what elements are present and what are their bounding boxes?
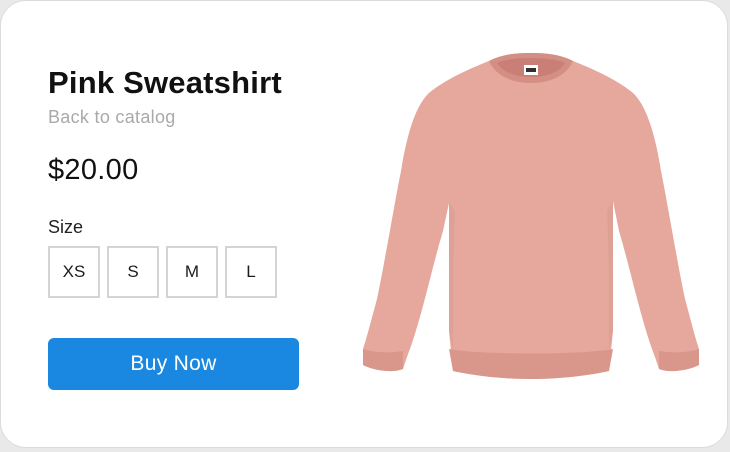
product-title: Pink Sweatshirt	[48, 65, 282, 100]
size-option-m[interactable]: M	[166, 246, 218, 298]
product-card: Pink Sweatshirt Back to catalog $20.00 S…	[0, 0, 728, 448]
pink-sweatshirt-image	[363, 53, 699, 379]
product-price: $20.00	[48, 154, 139, 186]
back-to-catalog-link[interactable]: Back to catalog	[48, 107, 176, 128]
size-option-s[interactable]: S	[107, 246, 159, 298]
size-option-xs[interactable]: XS	[48, 246, 100, 298]
size-option-l[interactable]: L	[225, 246, 277, 298]
size-label: Size	[48, 217, 84, 237]
size-options: XS S M L	[48, 246, 277, 298]
buy-now-button[interactable]: Buy Now	[48, 338, 299, 390]
